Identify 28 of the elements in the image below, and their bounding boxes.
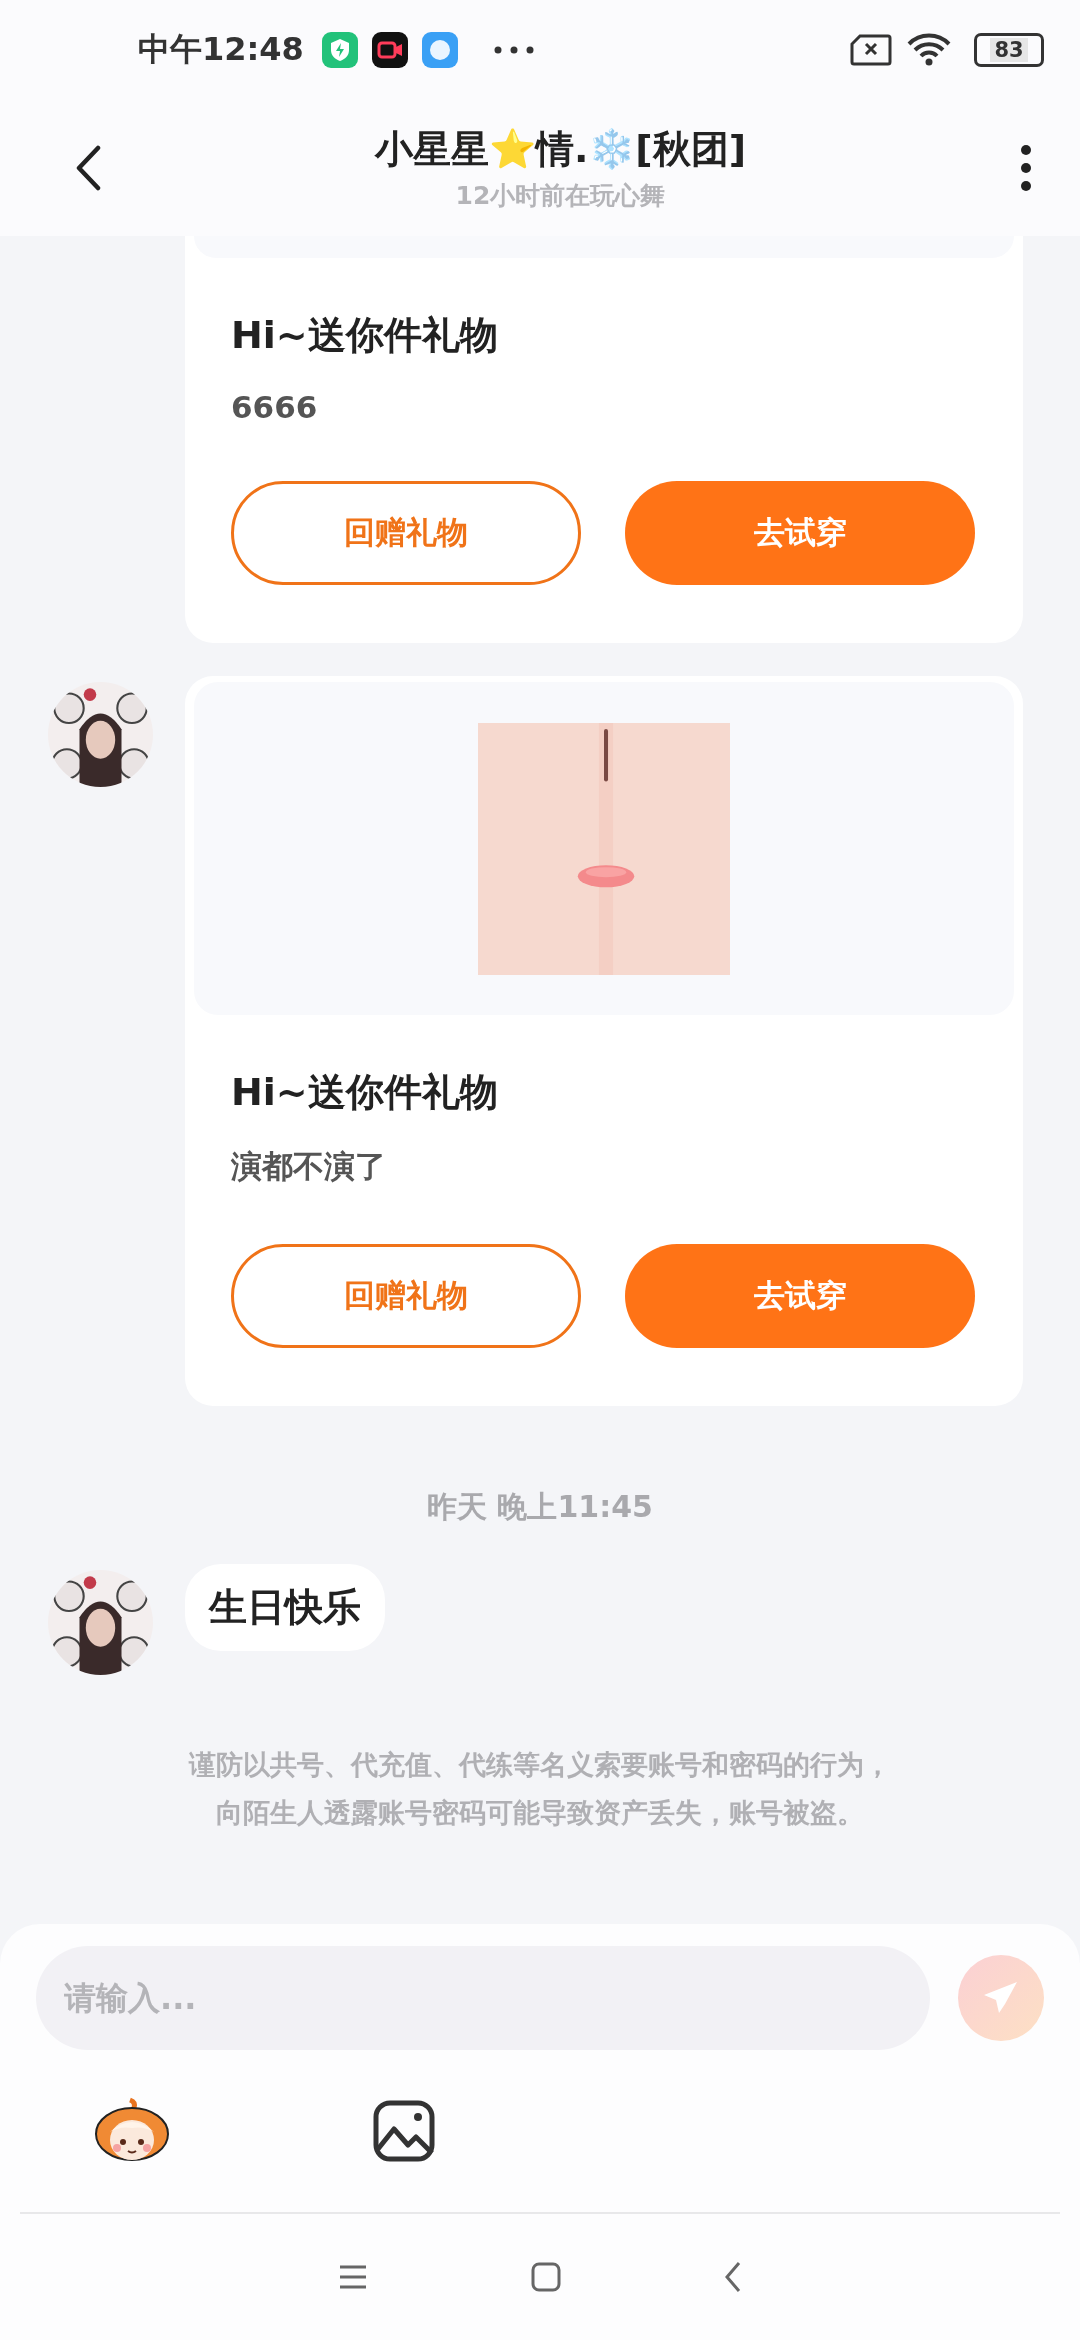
battery-indicator: 83 <box>974 33 1044 67</box>
gift-title: Hi~送你件礼物 <box>231 1069 499 1116</box>
return-gift-button[interactable]: 回赠礼物 <box>231 1244 581 1348</box>
video-app-icon <box>371 32 408 68</box>
gift-message: 6666 <box>231 389 319 425</box>
no-sim-icon <box>850 34 892 66</box>
chat-title: 小星星⭐情.❄[秋团] <box>374 126 747 173</box>
browser-app-icon <box>421 32 458 68</box>
menu-icon[interactable] <box>337 2264 368 2290</box>
try-on-button[interactable]: 去试穿 <box>625 481 975 585</box>
wifi-icon <box>906 33 952 67</box>
gift-title: Hi~送你件礼物 <box>231 312 499 359</box>
shield-app-icon <box>321 32 358 68</box>
more-options-icon[interactable] <box>1020 144 1032 192</box>
safety-notice: 谨防以共号、代充值、代练等名义索要账号和密码的行为， 向陌生人透露账号密码可能导致资产丢失，账号被盗。 <box>187 1748 892 1830</box>
chat-subtitle: 12小时前在玩心舞 <box>455 180 666 212</box>
more-notifications-icon <box>493 46 534 54</box>
status-time: 中午12:48 <box>138 29 304 70</box>
try-on-button[interactable]: 去试穿 <box>625 1244 975 1348</box>
back-icon[interactable] <box>75 145 101 191</box>
return-gift-button[interactable]: 回赠礼物 <box>231 481 581 585</box>
message-timestamp: 昨天 晚上11:45 <box>426 1488 654 1526</box>
message-input[interactable]: 请输入... <box>36 1946 930 2050</box>
message-bubble: 生日快乐 <box>185 1564 385 1651</box>
image-icon[interactable] <box>372 2099 436 2163</box>
gift-message: 演都不演了 <box>231 1147 387 1186</box>
back-nav-icon[interactable] <box>724 2261 743 2293</box>
home-icon[interactable] <box>531 2262 561 2292</box>
